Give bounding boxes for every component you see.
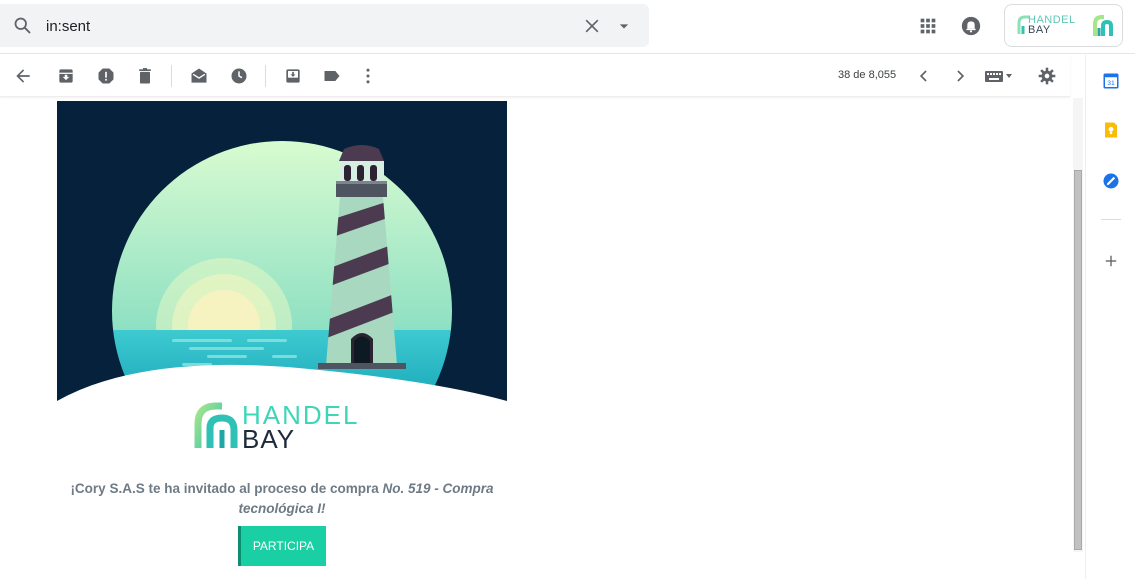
account-brand-line2: BAY [1028,24,1051,36]
calendar-icon[interactable]: 31 [1102,72,1120,90]
report-spam-icon[interactable] [96,66,116,86]
notifications-icon[interactable] [960,15,982,37]
clear-search-icon[interactable] [582,16,602,36]
input-tools-icon[interactable] [984,66,1016,86]
add-icon[interactable] [1102,252,1120,270]
search-input[interactable] [46,15,546,37]
chevron-left-icon[interactable] [914,66,934,86]
search-options-icon[interactable] [614,16,634,36]
svg-text:31: 31 [1107,80,1115,87]
brand-wordmark-bay: BAY [242,424,296,454]
pager-count: 38 de 8,055 [838,69,897,81]
keep-icon[interactable] [1102,121,1120,139]
snooze-icon[interactable] [229,66,249,86]
avatar[interactable] [1091,14,1115,38]
scrollbar-thumb[interactable] [1074,170,1082,550]
invitation-message: ¡Cory S.A.S te ha invitado al proceso de… [57,479,507,519]
toolbar-divider [265,65,266,87]
invitation-message-main: ¡Cory S.A.S te ha invitado al proceso de… [70,481,383,496]
more-vert-icon[interactable] [358,66,378,86]
toolbar-divider [171,65,172,87]
delete-icon[interactable] [135,66,155,86]
account-brand-text: HANDEL BAY [1028,15,1076,36]
tasks-icon[interactable] [1102,172,1120,190]
mark-unread-icon[interactable] [189,66,209,86]
back-arrow-icon[interactable] [13,66,33,86]
move-to-inbox-icon[interactable] [283,66,303,86]
participa-button[interactable]: PARTICIPA [238,526,326,566]
archive-icon[interactable] [56,66,76,86]
label-icon[interactable] [322,66,342,86]
search-box[interactable] [0,4,649,47]
side-panel: 31 [1085,55,1135,579]
lighthouse-hero-image [57,101,507,401]
search-icon[interactable] [12,15,33,36]
apps-grid-icon[interactable] [917,15,939,37]
message-toolbar: 38 de 8,055 [0,55,1070,97]
top-bar: HANDEL BAY [0,0,1135,54]
chevron-right-icon[interactable] [950,66,970,86]
settings-gear-icon[interactable] [1037,66,1057,86]
side-panel-divider [1101,219,1121,220]
account-switcher[interactable]: HANDEL BAY [1004,4,1123,47]
